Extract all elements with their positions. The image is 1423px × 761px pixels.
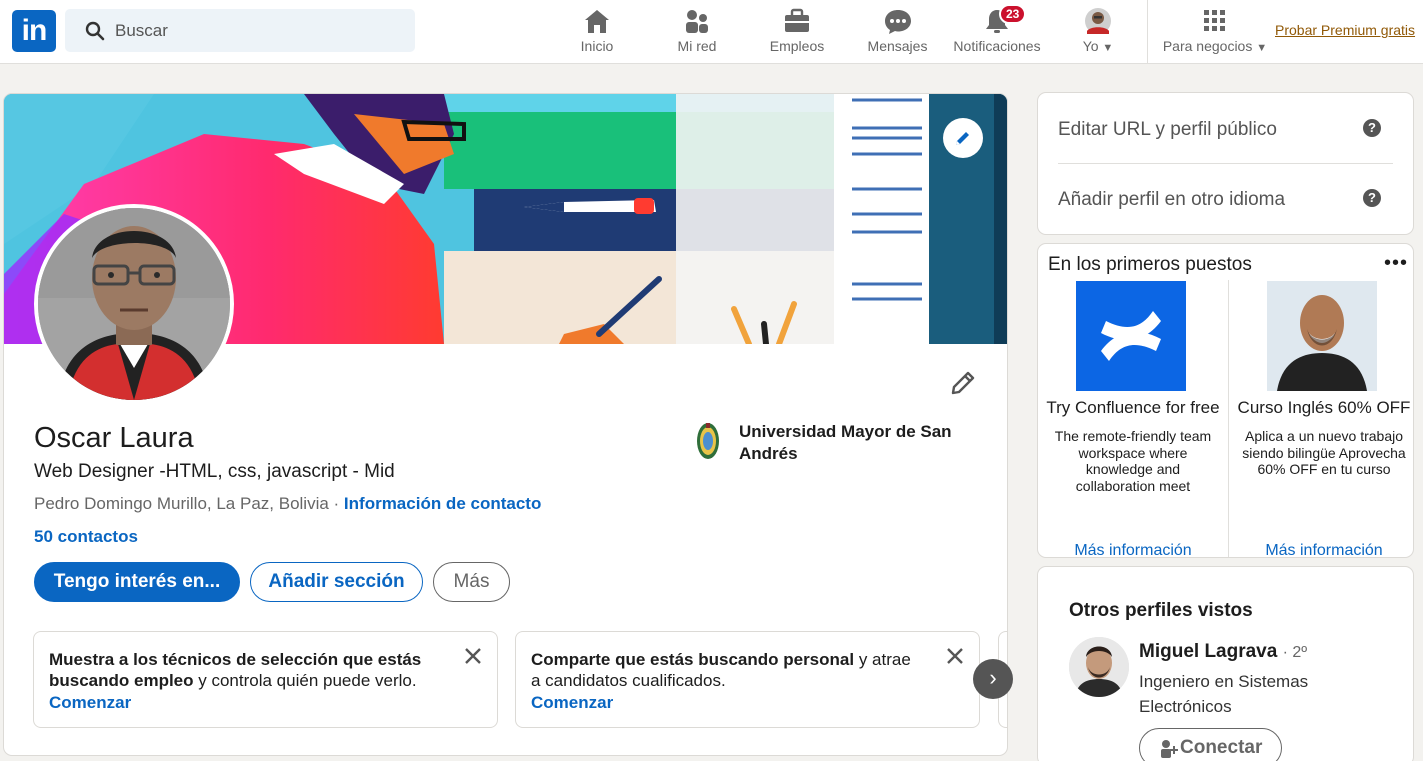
contact-info-link[interactable]: Información de contacto [344,494,541,513]
location-separator: · [328,494,344,513]
add-person-icon [1161,740,1178,758]
nav-home[interactable]: Inicio [567,0,627,64]
person-photo [1069,637,1129,697]
tip-text: Comparte que estás buscando personal y a… [531,650,911,690]
messaging-icon [884,10,911,34]
connect-button[interactable]: Conectar [1139,728,1282,761]
connection-degree: · 2º [1282,644,1308,661]
ad-item[interactable]: Curso Inglés 60% OFF Aplica a un nuevo t… [1228,280,1413,557]
nav-jobs-label: Empleos [769,38,825,54]
nav-home-label: Inicio [580,38,614,54]
chevron-down-icon: ▼ [1102,42,1114,54]
notifications-badge: 23 [999,4,1027,24]
divider [1058,163,1393,164]
ad-more-link[interactable]: Más información [1229,542,1413,557]
network-icon [686,10,708,33]
help-icon[interactable]: ? [1363,189,1381,207]
tip-start-link[interactable]: Comenzar [49,693,131,713]
contacts-count-link[interactable]: 50 contactos [34,527,138,547]
ad-more-link[interactable]: Más información [1038,542,1228,557]
confluence-logo [1076,281,1186,391]
person-name[interactable]: Miguel Lagrava [1139,641,1277,662]
close-icon[interactable] [945,646,965,666]
profile-photo [38,208,230,400]
person-headline: Ingeniero en Sistemas Electrónicos [1139,672,1309,716]
nav-business-label: Para negocios ▼ [1162,38,1268,54]
profile-avatar[interactable] [34,204,234,404]
nav-me-label: Yo ▼ [1082,38,1114,54]
more-button[interactable]: Más [433,562,510,602]
ad-description: The remote-friendly team workspace where… [1054,428,1212,494]
ad-description: Aplica a un nuevo trabajo siendo bilingü… [1242,428,1406,477]
nav-business[interactable]: Para negocios ▼ [1160,0,1270,64]
tip-text: Muestra a los técnicos de selección que … [49,650,422,690]
search-input[interactable] [115,9,405,52]
banner-edit-button[interactable] [943,118,983,158]
other-profiles-card: Otros perfiles vistos Miguel Lagrava · 2… [1037,566,1414,761]
search-bar[interactable] [65,9,415,52]
nav-jobs[interactable]: Empleos [762,0,832,64]
tip-start-link[interactable]: Comenzar [531,693,613,713]
ad-item[interactable]: Try Confluence for free The remote-frien… [1038,280,1228,557]
nav-divider [1147,0,1148,64]
premium-link[interactable]: Probar Premium gratis [1275,22,1415,38]
ad-image-person [1267,281,1377,391]
nav-network-label: Mi red [677,38,717,54]
open-to-button[interactable]: Tengo interés en... [34,562,240,602]
grid-icon [1204,10,1225,31]
add-language-profile-link[interactable]: Añadir perfil en otro idioma [1058,189,1285,211]
education-name[interactable]: Universidad Mayor de San Andrés [739,421,979,465]
chevron-right-icon: › [989,665,997,690]
add-section-button[interactable]: Añadir sección [250,562,423,602]
help-icon[interactable]: ? [1363,119,1381,137]
nav-network[interactable]: Mi red [667,0,727,64]
briefcase-icon [785,8,809,32]
profile-name: Oscar Laura [34,422,194,454]
close-icon[interactable] [463,646,483,666]
ad-title: Curso Inglés 60% OFF [1237,398,1411,417]
other-profiles-title: Otros perfiles vistos [1069,600,1253,621]
home-icon [585,10,609,33]
connect-label: Conectar [1180,737,1263,758]
edit-intro-pencil-icon[interactable] [949,369,977,397]
nav-notifications-label: Notificaciones [953,38,1041,54]
university-logo[interactable] [696,421,720,461]
linkedin-logo[interactable]: in [12,10,56,52]
profile-card: Oscar Laura Web Designer -HTML, css, jav… [3,93,1008,756]
search-icon [85,21,105,41]
person-avatar[interactable] [1069,637,1129,697]
profile-settings-card: Editar URL y perfil público ? Añadir per… [1037,92,1414,235]
ad-title: Try Confluence for free [1046,398,1220,417]
profile-location-row: Pedro Domingo Murillo, La Paz, Bolivia ·… [34,494,541,514]
chevron-down-icon: ▼ [1256,42,1268,54]
pencil-icon [956,132,969,145]
promoted-title: En los primeros puestos [1048,254,1252,275]
me-avatar [1085,8,1111,34]
nav-me[interactable]: Yo ▼ [1073,0,1123,64]
nav-messaging[interactable]: Mensajes [860,0,935,64]
nav-notifications[interactable]: 23 Notificaciones [947,0,1047,64]
person-name-row[interactable]: Miguel Lagrava · 2º [1139,641,1307,663]
carousel-next-button[interactable]: › [973,659,1013,699]
tip-card-open-to-work: Muestra a los técnicos de selección que … [33,631,498,728]
more-options-icon[interactable]: ••• [1384,253,1408,273]
edit-public-url-link[interactable]: Editar URL y perfil público [1058,119,1277,141]
nav-messaging-label: Mensajes [867,38,928,54]
top-navigation: in Inicio Mi red Empleos Mensajes 23 Not… [0,0,1423,64]
profile-location: Pedro Domingo Murillo, La Paz, Bolivia [34,494,329,513]
tip-card-hiring: Comparte que estás buscando personal y a… [515,631,980,728]
promoted-card: En los primeros puestos ••• Try Confluen… [1037,243,1414,558]
profile-headline: Web Designer -HTML, css, javascript - Mi… [34,461,395,482]
